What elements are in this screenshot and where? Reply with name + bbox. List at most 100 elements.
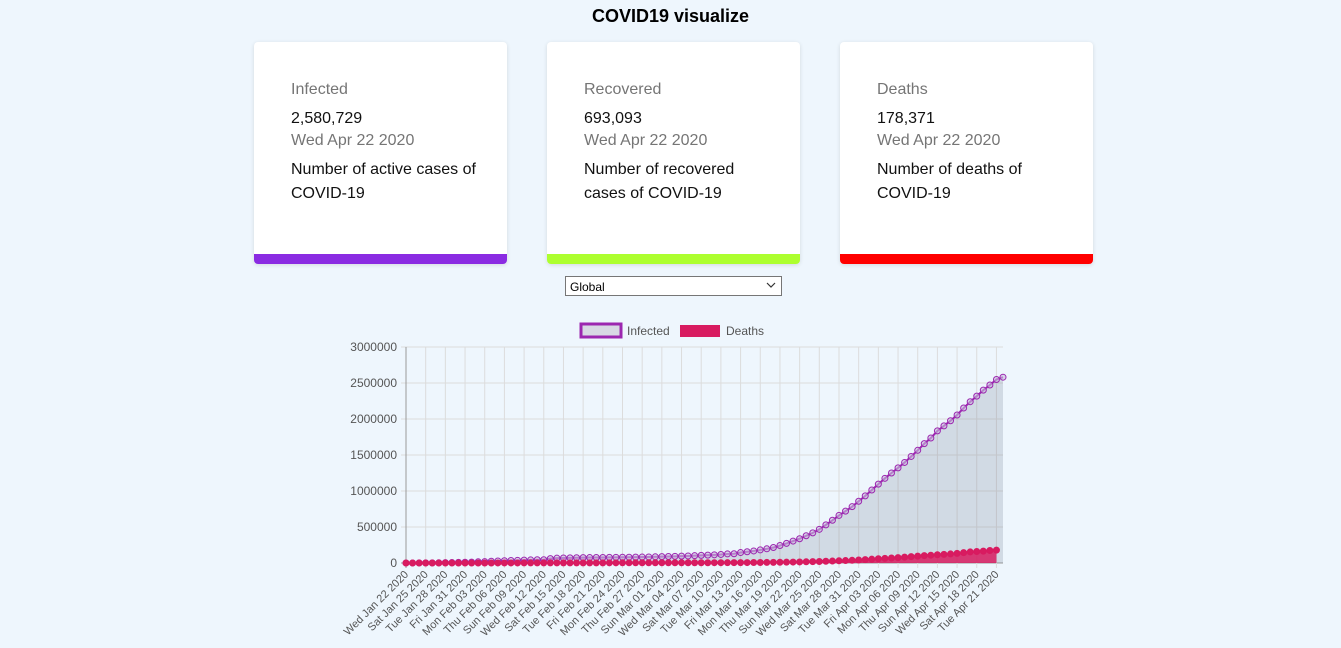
deaths-point (828, 557, 836, 565)
legend-deaths-swatch (680, 325, 720, 337)
card-value: 2,580,729 (291, 110, 363, 127)
infected-point (914, 446, 922, 454)
deaths-point (494, 559, 502, 567)
deaths-point (783, 558, 791, 566)
country-select[interactable]: Global (565, 276, 782, 296)
infected-point (783, 539, 791, 547)
deaths-point (671, 559, 679, 567)
deaths-point (481, 559, 489, 567)
infected-point (861, 492, 869, 500)
deaths-point (953, 549, 961, 557)
deaths-point (743, 559, 751, 567)
deaths-point (986, 546, 994, 554)
deaths-point (651, 559, 659, 567)
infected-point (684, 552, 692, 560)
infected-point (868, 486, 876, 494)
infected-color-bar (254, 254, 507, 264)
deaths-point (881, 554, 889, 562)
infected-point (638, 553, 646, 561)
deaths-point (540, 559, 548, 567)
deaths-point (409, 559, 417, 567)
infected-point (992, 375, 1000, 383)
infected-point (723, 550, 731, 558)
deaths-point (520, 559, 528, 567)
deaths-point (441, 559, 449, 567)
infected-point (717, 550, 725, 558)
deaths-point (992, 546, 1000, 554)
infected-point (979, 386, 987, 394)
infected-point (887, 469, 895, 477)
deaths-point (789, 558, 797, 566)
infected-point (881, 474, 889, 482)
deaths-point (468, 559, 476, 567)
infected-point (743, 548, 751, 556)
infected-point (789, 537, 797, 545)
infected-point (901, 458, 909, 466)
infected-point (796, 535, 804, 543)
deaths-point (927, 551, 935, 559)
deaths-point (796, 558, 804, 566)
deaths-point (599, 559, 607, 567)
infected-point (973, 392, 981, 400)
deaths-point (428, 559, 436, 567)
infected-point (835, 511, 843, 519)
deaths-point (947, 550, 955, 558)
infected-point (822, 521, 830, 529)
deaths-point (907, 553, 915, 561)
deaths-point (697, 559, 705, 567)
card-description: Number of recovered cases of COVID-19 (584, 161, 735, 202)
y-tick-label: 1000000 (350, 484, 397, 498)
deaths-point (704, 559, 712, 567)
deaths-point (533, 559, 541, 567)
deaths-point (710, 559, 718, 567)
deaths-card: Deaths 178,371 Wed Apr 22 2020 Number of… (840, 42, 1093, 264)
deaths-point (933, 551, 941, 559)
page-title: COVID19 visualize (591, 6, 750, 26)
infected-point (966, 398, 974, 406)
card-description: Number of active cases of COVID-19 (291, 161, 476, 202)
legend-infected-swatch (579, 322, 623, 339)
deaths-point (474, 559, 482, 567)
infected-point (999, 373, 1007, 381)
deaths-point (737, 559, 745, 567)
deaths-point (638, 559, 646, 567)
deaths-point (592, 559, 600, 567)
infected-point (809, 529, 817, 537)
deaths-point (415, 559, 423, 567)
deaths-point (960, 549, 968, 557)
infected-point (678, 552, 686, 560)
chevron-down-icon (766, 282, 776, 288)
infected-point (730, 550, 738, 558)
deaths-point (887, 554, 895, 562)
y-tick-label: 3000000 (350, 340, 397, 354)
deaths-point (730, 559, 738, 567)
deaths-point (586, 559, 594, 567)
deaths-point (894, 554, 902, 562)
infected-point (776, 542, 784, 550)
card-description: Number of deaths of COVID-19 (877, 161, 1022, 202)
deaths-point (573, 559, 581, 567)
infected-point (986, 381, 994, 389)
deaths-point (874, 555, 882, 563)
infected-point (960, 404, 968, 412)
infected-point (848, 503, 856, 511)
deaths-point (579, 559, 587, 567)
deaths-point (723, 559, 731, 567)
infected-point (750, 547, 758, 555)
deaths-point (973, 548, 981, 556)
infected-point (651, 553, 659, 561)
legend-deaths-label: Deaths (726, 324, 764, 338)
infected-point (769, 544, 777, 552)
deaths-point (691, 559, 699, 567)
deaths-point (756, 558, 764, 566)
infected-point (940, 422, 948, 430)
deaths-point (454, 559, 462, 567)
infected-point (763, 545, 771, 553)
deaths-color-bar (840, 254, 1093, 264)
infected-point (842, 507, 850, 515)
infected-point (815, 525, 823, 533)
deaths-point (940, 550, 948, 558)
infected-point (645, 553, 653, 561)
deaths-point (822, 557, 830, 565)
infected-point (907, 452, 915, 460)
